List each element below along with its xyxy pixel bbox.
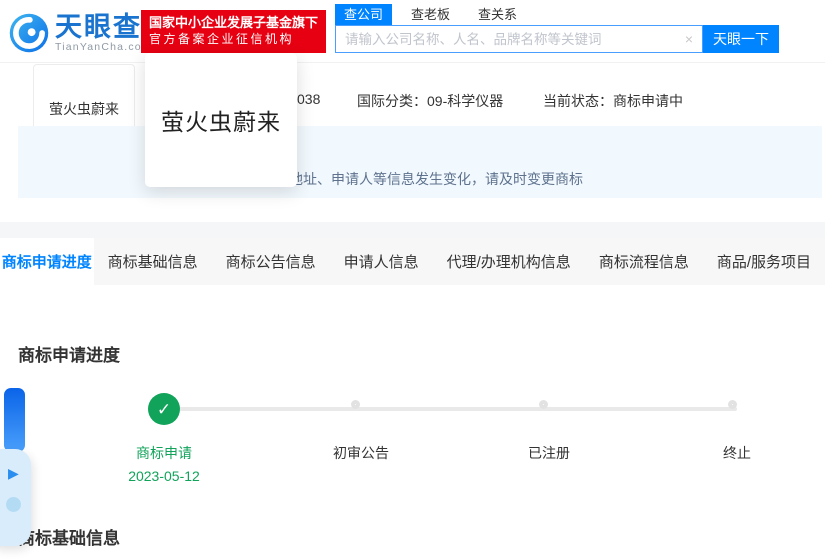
basic-info-section-title: 商标基础信息 [18, 529, 120, 548]
search-tab-company[interactable]: 查公司 [335, 4, 393, 25]
play-arrow-icon: ▶ [8, 465, 19, 481]
registration-number-fragment: 038 [297, 91, 321, 107]
step-label-registered: 已注册 [528, 445, 570, 461]
international-class: 国际分类：09-科学仪器 [357, 93, 504, 109]
section-divider [0, 222, 825, 238]
brand-domain: TianYanCha.com [55, 40, 152, 53]
logo-text: 天眼查 TianYanCha.com [55, 13, 152, 54]
tab-basic-info[interactable]: 商标基础信息 [94, 238, 212, 285]
search-input[interactable] [336, 26, 676, 52]
step-pending-circle [728, 400, 737, 409]
trademark-thumbnail-text: 萤火虫蔚来 [49, 101, 119, 118]
eye-swirl-logo-icon [9, 13, 49, 53]
top-header: 天眼查 TianYanCha.com 国家中小企业发展子基金旗下 官方备案企业征… [0, 0, 825, 63]
badge-line1: 国家中小企业发展子基金旗下 [149, 15, 319, 30]
check-icon: ✓ [156, 399, 172, 419]
trademark-preview-text: 萤火虫蔚来 [161, 110, 281, 136]
tab-applicant-info[interactable]: 申请人信息 [330, 238, 433, 285]
brand-name: 天眼查 [55, 11, 142, 42]
page: 天眼查 TianYanCha.com 国家中小企业发展子基金旗下 官方备案企业征… [0, 0, 825, 560]
floating-side-widget[interactable] [4, 388, 25, 452]
step-date-applied: 2023-05-12 [128, 468, 200, 484]
tab-agency-info[interactable]: 代理/办理机构信息 [433, 238, 585, 285]
trademark-preview-popup: 萤火虫蔚来 [145, 53, 297, 187]
helper-dot-icon [6, 497, 21, 512]
search-button[interactable]: 天眼一下 [703, 25, 779, 53]
badge-line2: 官方备案企业征信机构 [149, 32, 295, 46]
search-tab-boss[interactable]: 查老板 [402, 4, 459, 25]
tab-gazette-info[interactable]: 商标公告信息 [212, 238, 330, 285]
detail-tabbar: 商标申请进度 商标基础信息 商标公告信息 申请人信息 代理/办理机构信息 商标流… [0, 238, 825, 285]
gov-certification-badge: 国家中小企业发展子基金旗下 官方备案企业征信机构 [141, 10, 327, 53]
step-label-applied: 商标申请 [136, 445, 192, 461]
tab-goods-services[interactable]: 商品/服务项目 [703, 238, 825, 285]
floating-helper-widget[interactable]: ▶ [0, 449, 31, 546]
step-label-terminated: 终止 [723, 445, 751, 461]
search-scope-tabs: 查公司 查老板 查关系 [335, 4, 526, 25]
search-box: × [335, 25, 703, 53]
step-pending-circle [351, 400, 360, 409]
tab-application-progress[interactable]: 商标申请进度 [0, 238, 94, 285]
search-tab-relation[interactable]: 查关系 [469, 4, 526, 25]
step-pending-circle [539, 400, 548, 409]
tab-process-info[interactable]: 商标流程信息 [585, 238, 703, 285]
tianyancha-logo[interactable]: 天眼查 TianYanCha.com [8, 12, 152, 54]
clear-search-icon[interactable]: × [676, 31, 702, 47]
progress-track [164, 407, 737, 411]
current-status: 当前状态：商标申请中 [543, 93, 683, 109]
progress-section-title: 商标申请进度 [18, 346, 120, 365]
change-notice-bar: 地址、申请人等信息发生变化，请及时变更商标 [18, 126, 822, 198]
step-label-preliminary: 初审公告 [333, 445, 389, 461]
notice-text: 地址、申请人等信息发生变化，请及时变更商标 [289, 171, 583, 187]
step-done-circle: ✓ [148, 393, 180, 425]
